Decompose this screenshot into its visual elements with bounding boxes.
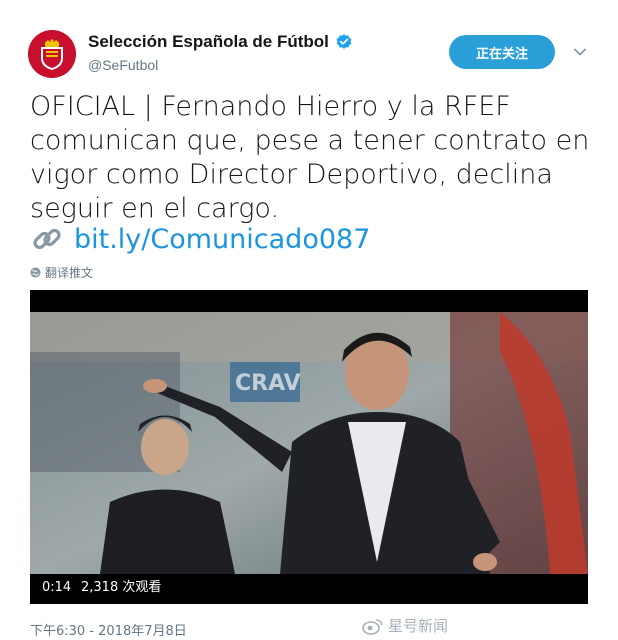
tweet-timestamp[interactable]: 下午6:30 - 2018年7月8日 (30, 620, 187, 639)
globe-icon (30, 267, 41, 278)
weibo-logo-icon (362, 618, 383, 635)
verified-badge-icon (336, 34, 352, 49)
translate-tweet[interactable]: 翻译推文 (30, 264, 93, 281)
video-views-badge: 2,318 次观看 (76, 578, 167, 598)
following-button[interactable]: 正在关注 (449, 35, 555, 69)
watermark-text: 星号新闻 (388, 617, 449, 635)
account-handle[interactable]: @SeFutbol (88, 57, 158, 73)
translate-label[interactable]: 翻译推文 (45, 264, 93, 281)
video-player[interactable]: CRAV (30, 290, 588, 604)
link-icon (33, 228, 61, 250)
video-thumbnail: CRAV (30, 312, 588, 574)
avatar[interactable] (28, 30, 76, 78)
video-duration-badge: 0:14 (37, 578, 77, 598)
tweet-link[interactable]: bit.ly/Comunicado087 (30, 222, 370, 256)
tweet-text: OFICIAL | Fernando Hierro y la RFEF comu… (30, 91, 590, 224)
chevron-down-icon[interactable] (572, 44, 588, 60)
link-text[interactable]: bit.ly/Comunicado087 (74, 224, 370, 255)
svg-text:CRAV: CRAV (235, 371, 301, 396)
watermark: 星号新闻 (362, 615, 448, 636)
rfef-crest-icon (28, 30, 76, 78)
display-name[interactable]: Selección Española de Fútbol (88, 32, 353, 52)
display-name-text[interactable]: Selección Española de Fútbol (88, 32, 329, 52)
